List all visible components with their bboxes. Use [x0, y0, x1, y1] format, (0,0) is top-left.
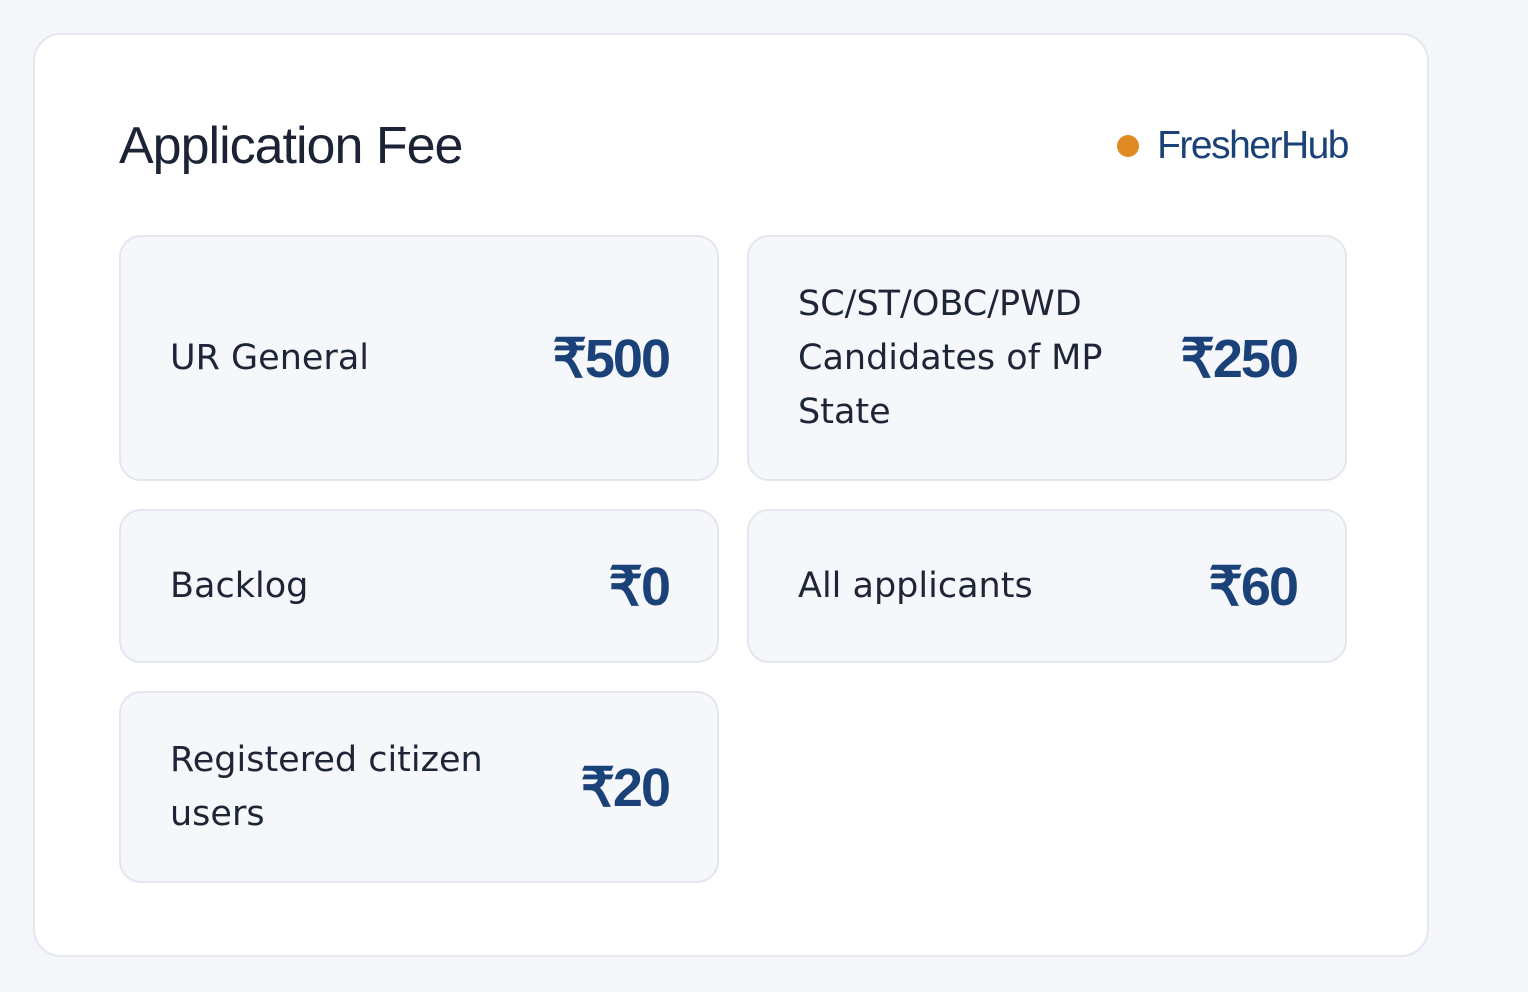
fee-item-backlog: Backlog ₹0 — [119, 509, 719, 663]
brand: FresherHub — [1117, 124, 1349, 168]
fee-amount: ₹20 — [580, 757, 671, 818]
fee-category: Registered citizen users — [170, 740, 483, 834]
section-title: Application Fee — [119, 117, 463, 175]
fee-item-all-applicants: All applicants ₹60 — [747, 509, 1347, 663]
fee-amount: ₹250 — [1180, 328, 1299, 389]
brand-dot-icon — [1117, 135, 1140, 157]
fee-amount: ₹60 — [1208, 556, 1299, 617]
application-fee-card: Application Fee FresherHub UR General ₹5… — [33, 33, 1429, 957]
fee-item-ur-general: UR General ₹500 — [119, 235, 719, 481]
fee-amount: ₹500 — [552, 328, 671, 389]
fee-category: Backlog — [170, 566, 309, 606]
fee-amount: ₹0 — [608, 556, 671, 617]
fee-category: All applicants — [798, 566, 1033, 606]
card-header: Application Fee FresherHub — [119, 117, 1349, 175]
fee-item-sc-st-obc-pwd: SC/ST/OBC/PWD Candidates of MP State ₹25… — [747, 235, 1347, 481]
fee-category: UR General — [170, 338, 369, 378]
fee-item-registered-citizen-users: Registered citizen users ₹20 — [119, 691, 719, 883]
fee-category: SC/ST/OBC/PWD Candidates of MP State — [798, 284, 1103, 432]
brand-name: FresherHub — [1157, 124, 1349, 167]
